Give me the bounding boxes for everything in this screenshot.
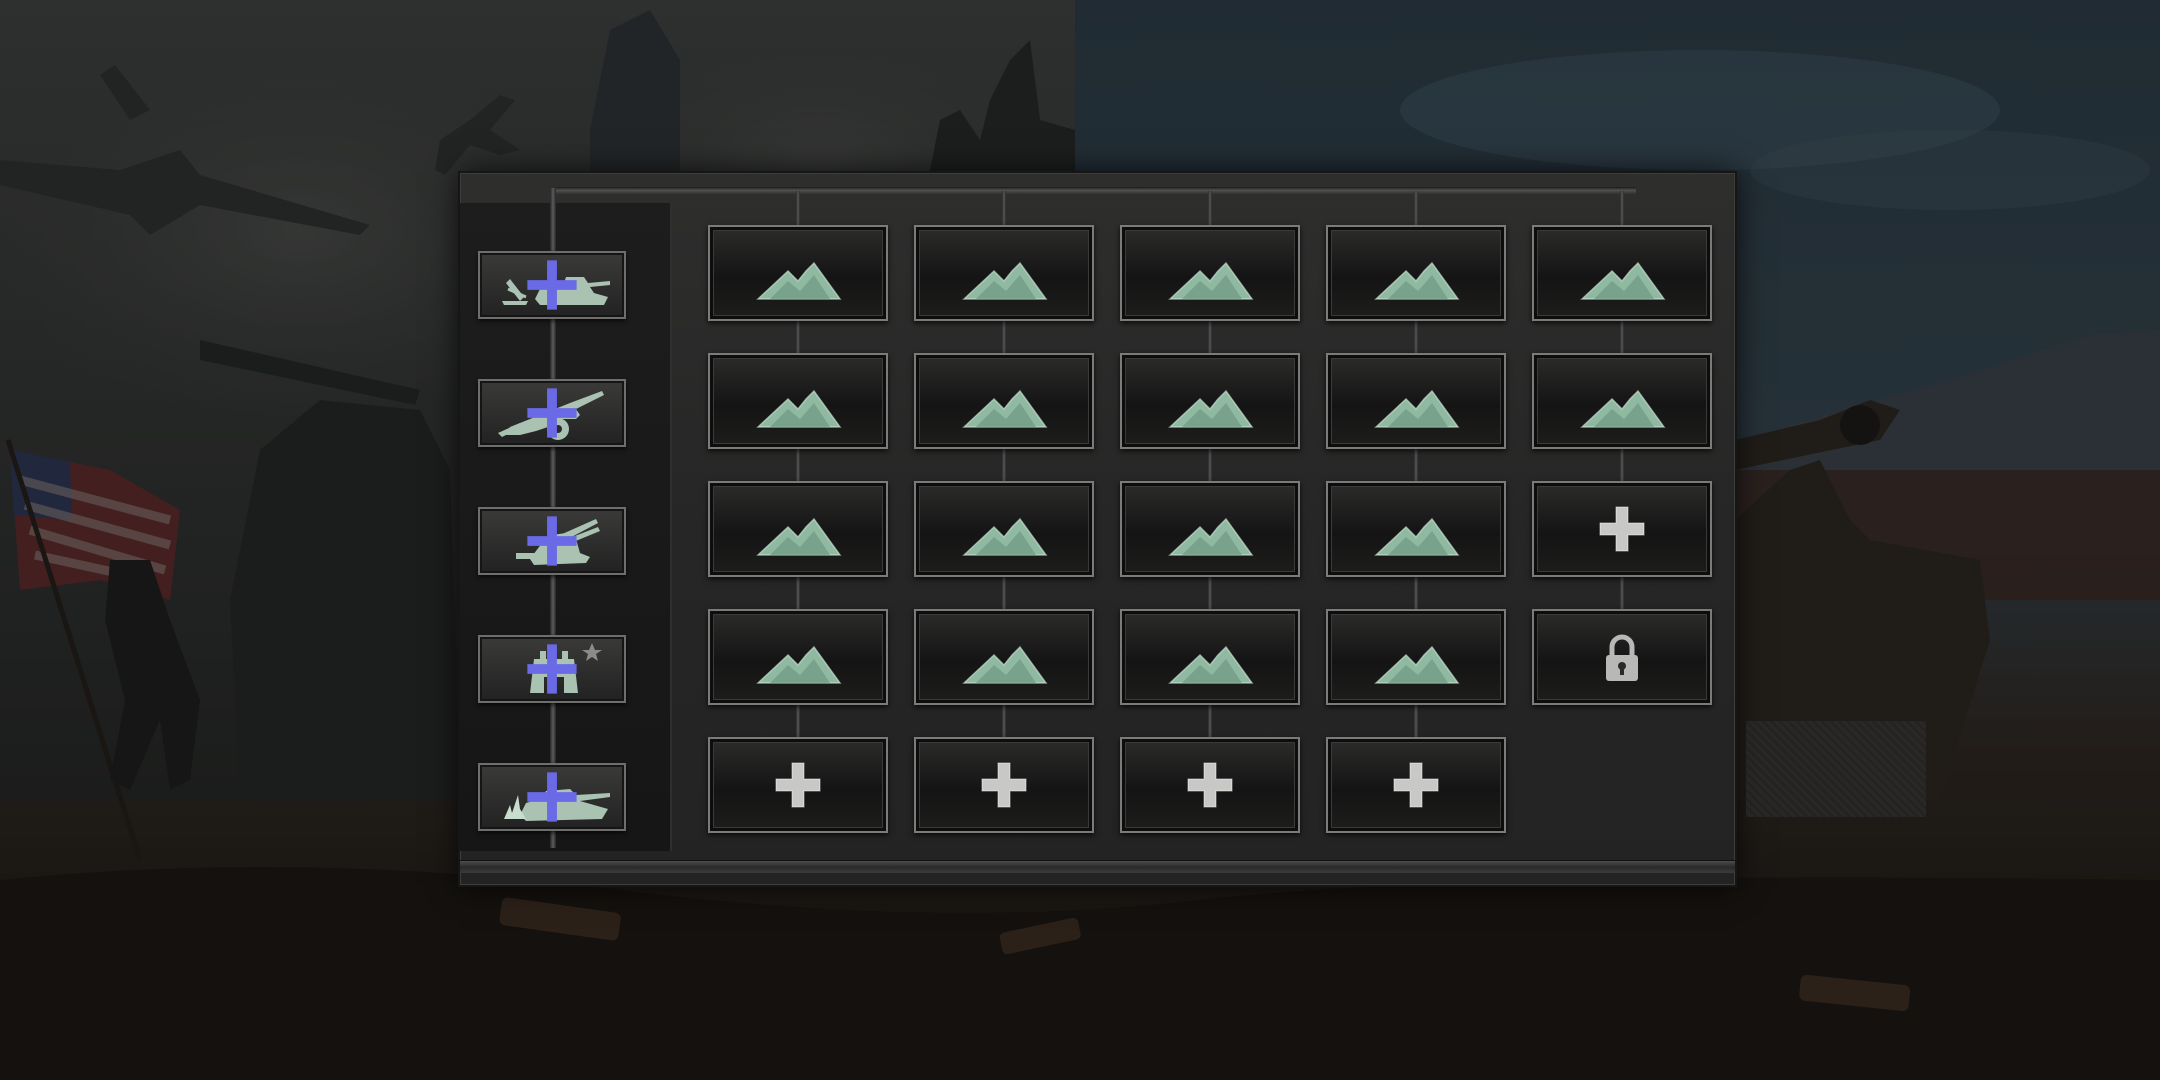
category-flame-armor-button[interactable] bbox=[478, 763, 626, 831]
unit-slot-grid bbox=[708, 173, 1926, 873]
plus-icon bbox=[1599, 506, 1645, 552]
mountain-terrain-icon bbox=[1168, 389, 1254, 428]
terrain-slot[interactable] bbox=[708, 609, 888, 705]
padlock-icon bbox=[1606, 634, 1638, 681]
plus-icon bbox=[981, 762, 1027, 808]
add-slot-button[interactable] bbox=[1120, 737, 1300, 833]
plus-icon bbox=[1393, 762, 1439, 808]
mountain-terrain-icon bbox=[756, 517, 842, 556]
mountain-terrain-icon bbox=[1374, 645, 1460, 684]
mountain-terrain-icon bbox=[1580, 389, 1666, 428]
mountain-terrain-icon bbox=[962, 389, 1048, 428]
mountain-terrain-icon bbox=[756, 389, 842, 428]
add-slot-button[interactable] bbox=[708, 737, 888, 833]
add-slot-button[interactable] bbox=[1532, 481, 1712, 577]
terrain-slot[interactable] bbox=[1326, 609, 1506, 705]
category-artillery-button[interactable] bbox=[478, 379, 626, 447]
terrain-slot[interactable] bbox=[1532, 353, 1712, 449]
category-anti-air-button[interactable] bbox=[478, 507, 626, 575]
terrain-slot[interactable] bbox=[1120, 353, 1300, 449]
terrain-slot[interactable] bbox=[1326, 353, 1506, 449]
blue-plus-icon bbox=[527, 260, 577, 310]
mountain-terrain-icon bbox=[962, 645, 1048, 684]
terrain-slot[interactable] bbox=[1120, 609, 1300, 705]
category-armor-button[interactable] bbox=[478, 251, 626, 319]
plus-icon bbox=[775, 762, 821, 808]
terrain-slot[interactable] bbox=[914, 481, 1094, 577]
mountain-terrain-icon bbox=[1374, 517, 1460, 556]
terrain-slot[interactable] bbox=[914, 609, 1094, 705]
blue-plus-icon bbox=[527, 516, 577, 566]
mountain-terrain-icon bbox=[1168, 261, 1254, 300]
mountain-terrain-icon bbox=[1580, 261, 1666, 300]
mountain-terrain-icon bbox=[1168, 517, 1254, 556]
mountain-terrain-icon bbox=[1374, 389, 1460, 428]
mountain-terrain-icon bbox=[1374, 261, 1460, 300]
loadout-panel bbox=[460, 173, 1926, 885]
terrain-slot[interactable] bbox=[1532, 225, 1712, 321]
blue-plus-icon bbox=[527, 772, 577, 822]
terrain-slot[interactable] bbox=[1326, 225, 1506, 321]
add-slot-button[interactable] bbox=[1326, 737, 1506, 833]
terrain-slot[interactable] bbox=[1120, 225, 1300, 321]
add-slot-button[interactable] bbox=[914, 737, 1094, 833]
terrain-slot[interactable] bbox=[1120, 481, 1300, 577]
mountain-terrain-icon bbox=[962, 517, 1048, 556]
terrain-slot[interactable] bbox=[708, 353, 888, 449]
terrain-slot[interactable] bbox=[708, 481, 888, 577]
empty-slot-area bbox=[1746, 721, 1926, 817]
blue-plus-icon bbox=[527, 388, 577, 438]
blue-plus-icon bbox=[527, 644, 577, 694]
category-fortification-button[interactable] bbox=[478, 635, 626, 703]
locked-slot bbox=[1532, 609, 1712, 705]
terrain-slot[interactable] bbox=[914, 225, 1094, 321]
bottom-rail bbox=[460, 861, 1735, 873]
terrain-slot[interactable] bbox=[914, 353, 1094, 449]
mountain-terrain-icon bbox=[962, 261, 1048, 300]
terrain-slot[interactable] bbox=[1326, 481, 1506, 577]
mountain-terrain-icon bbox=[1168, 645, 1254, 684]
mountain-terrain-icon bbox=[756, 261, 842, 300]
terrain-slot[interactable] bbox=[708, 225, 888, 321]
plus-icon bbox=[1187, 762, 1233, 808]
mountain-terrain-icon bbox=[756, 645, 842, 684]
